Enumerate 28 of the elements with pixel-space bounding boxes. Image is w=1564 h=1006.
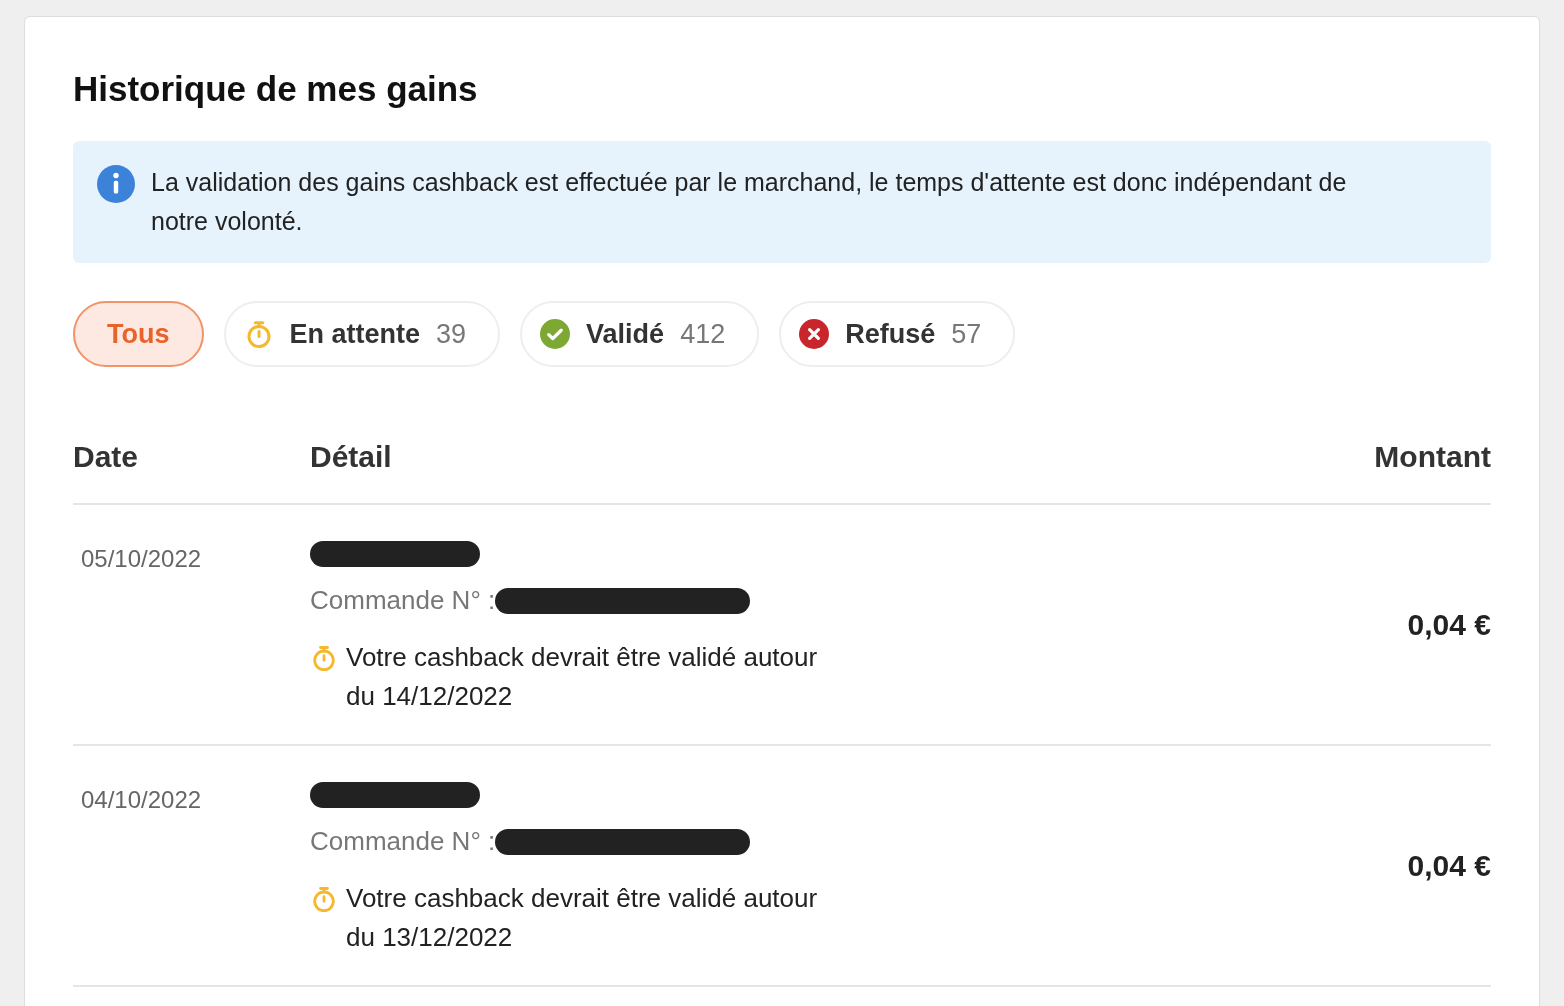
status-note: Votre cashback devrait être validé autour du 13/12/2022: [346, 882, 819, 954]
filter-chip[interactable]: Validé 412: [520, 301, 760, 367]
column-header: Date: [73, 438, 140, 475]
filter-count: 57: [951, 317, 982, 351]
amount-cell-text: 0,04 €: [1407, 848, 1491, 884]
stopwatch-icon: [310, 885, 338, 913]
column-header: Montant: [1374, 438, 1491, 475]
filter-label: En attente: [289, 317, 421, 351]
status-note: Votre cashback devrait être validé autour du 14/12/2022: [346, 641, 819, 713]
amount-cell-text: 0,04 €: [1407, 607, 1491, 643]
date-cell: 04/10/2022: [81, 786, 202, 813]
page-title: Historique de mes gains: [73, 68, 479, 110]
date-cell: 05/10/2022: [81, 545, 202, 572]
filter-count: 412: [680, 317, 726, 351]
filter-count: 39: [436, 317, 467, 351]
filter-label: Tous: [107, 317, 170, 351]
close-icon: [799, 319, 830, 349]
order-label: Commande N° :: [310, 825, 496, 858]
filter-label: Refusé: [845, 317, 936, 351]
filter-chip[interactable]: En attente 39: [223, 301, 501, 367]
order-label: Commande N° :: [310, 584, 496, 617]
info-icon: [97, 165, 135, 203]
stopwatch-icon: [310, 644, 338, 672]
filter-label: Validé: [586, 317, 665, 351]
filter-chip[interactable]: Refusé 57: [779, 301, 1016, 367]
column-header: Détail: [310, 438, 393, 475]
info-text: La validation des gains cashback est effectuée par le marchand, le temps d'attente est donc indépendant de notre volonté.: [151, 167, 1348, 237]
check-icon: [540, 319, 571, 349]
